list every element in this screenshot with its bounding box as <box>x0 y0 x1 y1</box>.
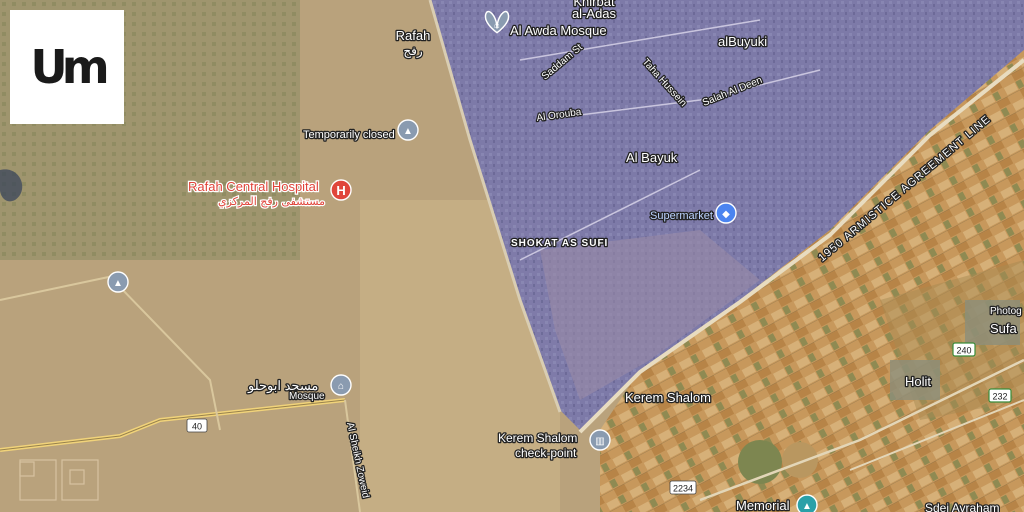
logo-mark: Um <box>30 40 109 94</box>
label-hospital: Rafah Central Hospital <box>188 179 319 194</box>
label-supermarket: Supermarket <box>650 210 713 222</box>
svg-text:2234: 2234 <box>673 484 693 494</box>
svg-text:▲: ▲ <box>403 126 413 137</box>
memorial-marker[interactable]: ▲ <box>796 494 818 512</box>
svg-text:40: 40 <box>192 422 202 432</box>
center-pivot-field-2 <box>782 442 818 478</box>
label-hospital-ar: مستشفى رفح المركزي <box>218 195 325 208</box>
label-kerem-shalom: Kerem Shalom <box>625 390 711 405</box>
route-232-shield: 232 <box>988 388 1012 403</box>
label-shokat: SHOKAT AS SUFI <box>511 238 608 249</box>
label-sdei-avraham: Sdei Avraham <box>925 501 1000 512</box>
label-holit: Holit <box>905 374 931 389</box>
svg-text:▲: ▲ <box>113 278 123 289</box>
temporarily-closed-marker[interactable]: ▲ <box>397 119 419 141</box>
svg-text:240: 240 <box>956 346 971 356</box>
supermarket-marker[interactable]: ◆ <box>715 202 737 224</box>
label-mosque: Mosque <box>289 391 325 402</box>
satellite-map[interactable]: ⌂ ▲ H ◆ ▲ ⌂ ▥ ▲ 40 240 232 2234 Rafah رف… <box>0 0 1024 512</box>
label-albuyuki: alBuyuki <box>718 34 767 49</box>
label-rafah: Rafah <box>396 28 431 43</box>
label-photog: Photog <box>990 306 1022 317</box>
label-al-adas: al-Adas <box>572 6 617 21</box>
svg-text:⌂: ⌂ <box>338 381 344 392</box>
svg-text:⌂: ⌂ <box>494 20 500 31</box>
svg-text:232: 232 <box>992 392 1007 402</box>
route-2234-shield: 2234 <box>669 480 697 495</box>
svg-text:▥: ▥ <box>595 436 604 447</box>
svg-text:▲: ▲ <box>802 501 812 512</box>
label-checkpoint-2: check-point <box>515 446 577 460</box>
route-240-shield: 240 <box>952 342 976 357</box>
label-temporarily-closed: Temporarily closed <box>303 129 395 141</box>
school-marker-west[interactable]: ▲ <box>107 271 129 293</box>
label-awda-mosque: Al Awda Mosque <box>510 23 607 38</box>
label-checkpoint-1: Kerem Shalom <box>498 431 577 445</box>
route-40-shield: 40 <box>186 418 208 433</box>
brand-logo: Um <box>10 10 124 124</box>
label-rafah-ar: رفح <box>403 44 422 58</box>
svg-text:H: H <box>336 183 345 198</box>
checkpoint-marker[interactable]: ▥ <box>589 429 611 451</box>
label-al-bayuk: Al Bayuk <box>626 150 678 165</box>
label-memorial: Memorial <box>736 498 790 512</box>
abu-hilu-mosque-marker[interactable]: ⌂ <box>330 374 352 396</box>
label-sufa: Sufa <box>990 321 1018 336</box>
hospital-marker[interactable]: H <box>330 179 352 201</box>
svg-text:◆: ◆ <box>722 209 730 220</box>
